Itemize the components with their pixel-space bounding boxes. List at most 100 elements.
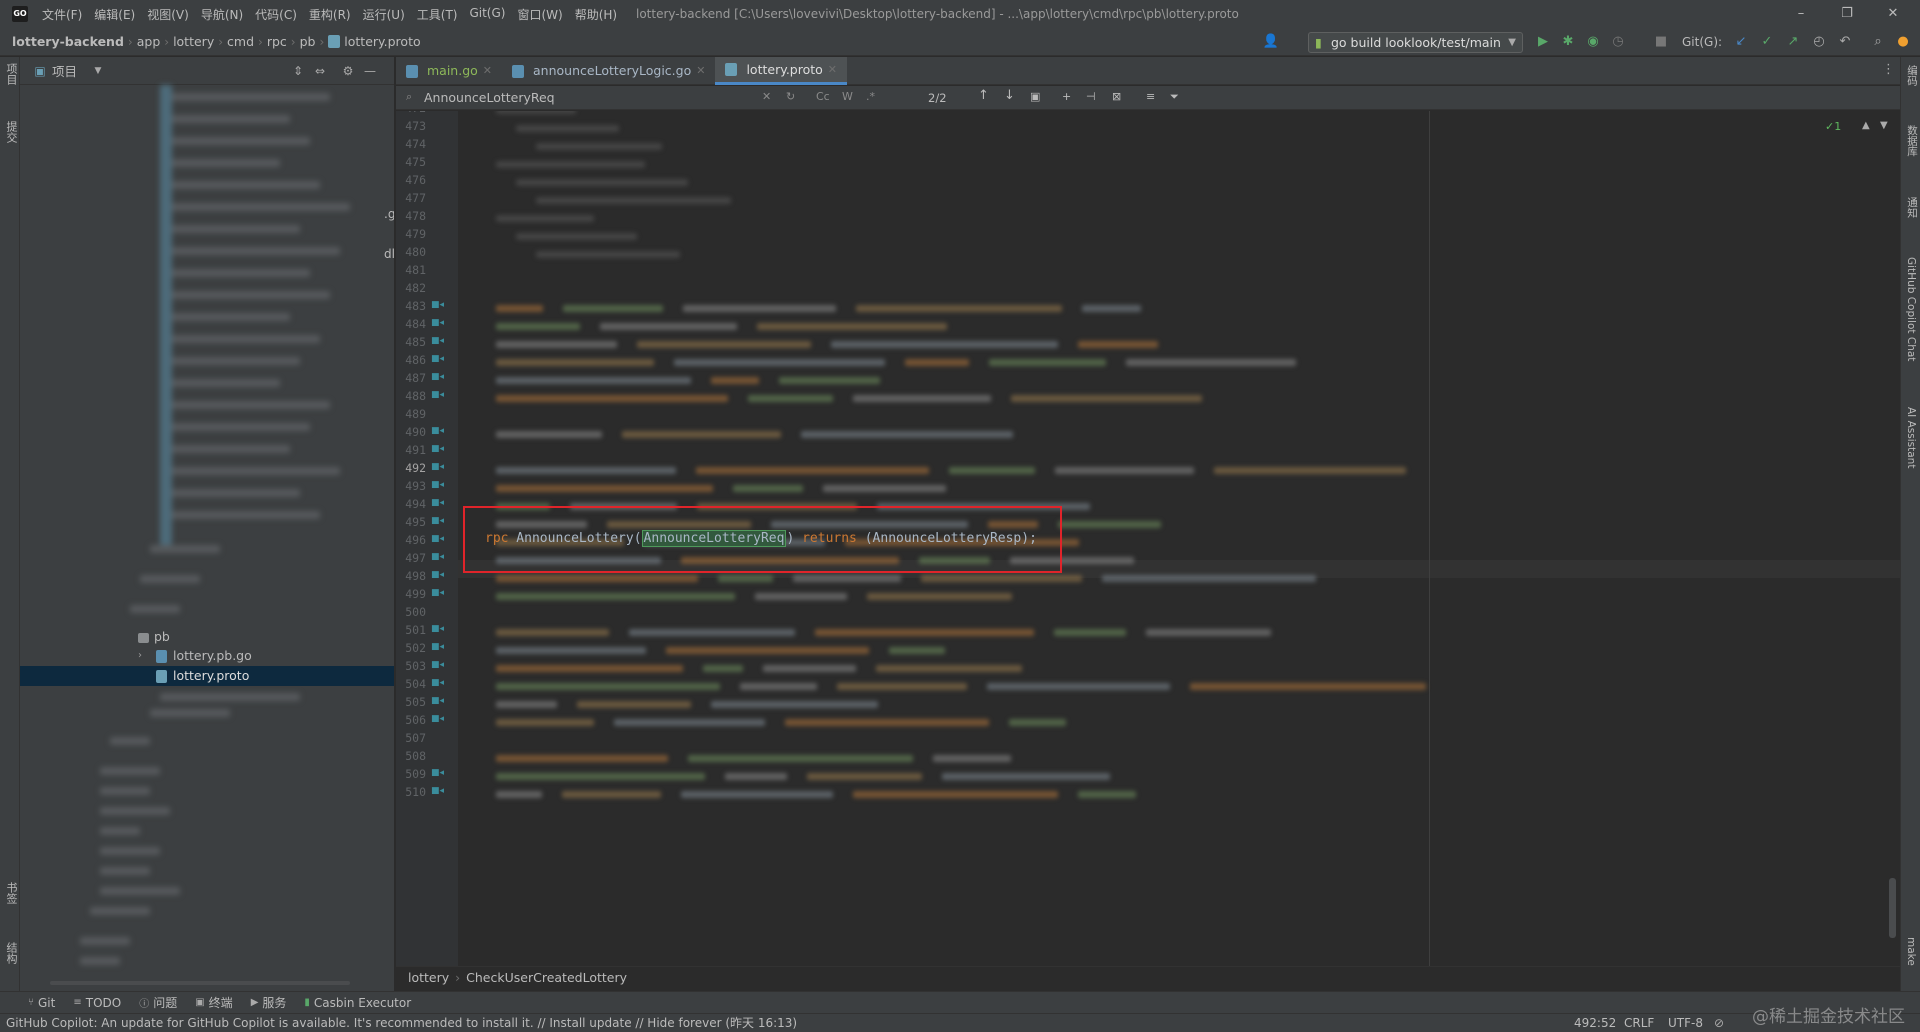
chevron-right-icon[interactable]: ›: [138, 646, 142, 666]
menu-refactor[interactable]: 重构(R): [303, 6, 357, 23]
menu-code[interactable]: 代码(C): [249, 6, 303, 23]
implementation-gutter-icon[interactable]: ■◂: [431, 300, 444, 310]
commit-tool-button[interactable]: 提交: [3, 121, 19, 143]
clear-search-icon[interactable]: ✕: [762, 90, 771, 103]
readonly-toggle-icon[interactable]: ⊘: [1714, 1014, 1724, 1032]
menu-run[interactable]: 运行(U): [357, 6, 411, 23]
git-commit-icon[interactable]: ✓: [1758, 33, 1776, 51]
menu-git[interactable]: Git(G): [463, 6, 511, 23]
close-icon[interactable]: ✕: [696, 57, 705, 85]
regex-toggle[interactable]: .*: [866, 90, 875, 103]
git-push-icon[interactable]: ↗: [1784, 33, 1802, 51]
chevron-up-icon[interactable]: ▲: [1862, 120, 1870, 131]
git-update-icon[interactable]: ↙: [1732, 33, 1750, 51]
close-icon[interactable]: ✕: [828, 56, 837, 84]
hide-panel-icon[interactable]: —: [362, 63, 378, 79]
tree-item-lottery-pb-go[interactable]: › lottery.pb.go: [20, 646, 394, 666]
breadcrumb-lottery[interactable]: lottery: [169, 34, 218, 49]
more-tabs-icon[interactable]: ⋮: [1882, 62, 1895, 77]
implementation-gutter-icon[interactable]: ■◂: [431, 498, 444, 508]
whole-word-toggle[interactable]: W: [842, 90, 853, 103]
implementation-gutter-icon[interactable]: ■◂: [431, 480, 444, 490]
select-all-occurrences-icon[interactable]: ▣: [1030, 90, 1040, 103]
menu-file[interactable]: 文件(F): [36, 6, 88, 23]
implementation-gutter-icon[interactable]: ■◂: [431, 444, 444, 454]
match-case-toggle[interactable]: Cc: [816, 90, 830, 103]
terminal-tool-window[interactable]: ▣ 终端: [195, 994, 232, 1011]
structure-tool-button[interactable]: 结构: [3, 942, 19, 964]
maximize-button[interactable]: ❐: [1824, 0, 1870, 28]
ai-assistant-tool-button[interactable]: AI Assistant: [1905, 407, 1917, 468]
implementation-gutter-icon[interactable]: ■◂: [431, 786, 444, 796]
menu-edit[interactable]: 编辑(E): [88, 6, 141, 23]
breadcrumb-rpc[interactable]: rpc: [263, 34, 291, 49]
tab-announce-lottery-logic[interactable]: announceLotteryLogic.go ✕: [502, 57, 715, 85]
implementation-gutter-icon[interactable]: ■◂: [431, 426, 444, 436]
breadcrumb-app[interactable]: app: [133, 34, 165, 49]
implementation-gutter-icon[interactable]: ■◂: [431, 390, 444, 400]
implementation-gutter-icon[interactable]: ■◂: [431, 588, 444, 598]
menu-view[interactable]: 视图(V): [141, 6, 195, 23]
menu-window[interactable]: 窗口(W): [511, 6, 568, 23]
menu-tools[interactable]: 工具(T): [411, 6, 464, 23]
minimize-button[interactable]: –: [1778, 0, 1824, 28]
debug-icon[interactable]: ✱: [1559, 33, 1577, 51]
run-icon[interactable]: ▶: [1534, 33, 1552, 51]
implementation-gutter-icon[interactable]: ■◂: [431, 462, 444, 472]
next-match-icon[interactable]: ↓: [1004, 88, 1015, 103]
breadcrumb-service[interactable]: lottery: [408, 970, 449, 985]
menu-help[interactable]: 帮助(H): [569, 6, 623, 23]
make-tool-button[interactable]: make: [1905, 937, 1917, 966]
project-panel-title[interactable]: 项目: [52, 61, 77, 80]
implementation-gutter-icon[interactable]: ■◂: [431, 534, 444, 544]
gear-icon[interactable]: ⚙: [340, 63, 356, 79]
implementation-gutter-icon[interactable]: ■◂: [431, 516, 444, 526]
copilot-update-message[interactable]: GitHub Copilot: An update for GitHub Cop…: [6, 1014, 797, 1032]
implementation-gutter-icon[interactable]: ■◂: [431, 678, 444, 688]
encoding-tool-button[interactable]: 编码: [1905, 65, 1920, 86]
implementation-gutter-icon[interactable]: ■◂: [431, 660, 444, 670]
implementation-gutter-icon[interactable]: ■◂: [431, 642, 444, 652]
tab-main-go[interactable]: main.go ✕: [396, 57, 502, 85]
horizontal-scrollbar[interactable]: [50, 981, 350, 985]
search-everywhere-icon[interactable]: ⌕: [1869, 33, 1887, 51]
stop-icon[interactable]: ■: [1652, 33, 1670, 51]
implementation-gutter-icon[interactable]: ■◂: [431, 624, 444, 634]
toggle-occurrence-icon[interactable]: ⊠: [1112, 90, 1121, 103]
menu-navigate[interactable]: 导航(N): [195, 6, 249, 23]
run-configuration-select[interactable]: ▮ go build looklook/test/main ▼: [1308, 32, 1523, 53]
tree-item-lottery-proto[interactable]: lottery.proto: [20, 666, 394, 686]
tree-item-pb-folder[interactable]: pb: [20, 627, 394, 647]
bookmarks-tool-button[interactable]: 书签: [3, 882, 19, 904]
breadcrumb-method[interactable]: CheckUserCreatedLottery: [466, 970, 627, 985]
todo-tool-window[interactable]: ≡ TODO: [73, 996, 121, 1010]
services-tool-window[interactable]: ▶ 服务: [251, 994, 287, 1011]
chevron-down-icon[interactable]: ▼: [90, 63, 106, 79]
expand-all-icon[interactable]: ⇕: [290, 63, 306, 79]
implementation-gutter-icon[interactable]: ■◂: [431, 354, 444, 364]
previous-match-icon[interactable]: ↑: [978, 88, 989, 103]
casbin-executor-tool-window[interactable]: ▮ Casbin Executor: [304, 996, 411, 1010]
collapse-all-icon[interactable]: ⇔: [312, 63, 328, 79]
breadcrumb-cmd[interactable]: cmd: [223, 34, 258, 49]
implementation-gutter-icon[interactable]: ■◂: [431, 768, 444, 778]
close-window-button[interactable]: ✕: [1870, 0, 1916, 28]
remove-occurrence-icon[interactable]: ⊣: [1086, 90, 1096, 103]
git-tool-window[interactable]: ⑂ Git: [28, 996, 55, 1010]
implementation-gutter-icon[interactable]: ■◂: [431, 552, 444, 562]
implementation-gutter-icon[interactable]: ■◂: [431, 336, 444, 346]
search-input[interactable]: [404, 88, 874, 108]
implementation-gutter-icon[interactable]: ■◂: [431, 372, 444, 382]
search-history-icon[interactable]: ↻: [786, 90, 795, 103]
profile-icon[interactable]: ◷: [1609, 33, 1627, 51]
close-icon[interactable]: ✕: [483, 57, 492, 85]
user-icon[interactable]: 👤: [1262, 33, 1280, 51]
implementation-gutter-icon[interactable]: ■◂: [431, 696, 444, 706]
tab-lottery-proto[interactable]: lottery.proto ✕: [715, 56, 848, 85]
chevron-down-icon[interactable]: ▼: [1880, 120, 1888, 131]
line-separator[interactable]: CRLF: [1624, 1014, 1654, 1032]
inspection-widget[interactable]: ✓1: [1825, 120, 1841, 133]
copilot-chat-tool-button[interactable]: GitHub Copilot Chat: [1905, 257, 1917, 361]
caret-position[interactable]: 492:52: [1574, 1014, 1616, 1032]
coverage-icon[interactable]: ◉: [1584, 33, 1602, 51]
